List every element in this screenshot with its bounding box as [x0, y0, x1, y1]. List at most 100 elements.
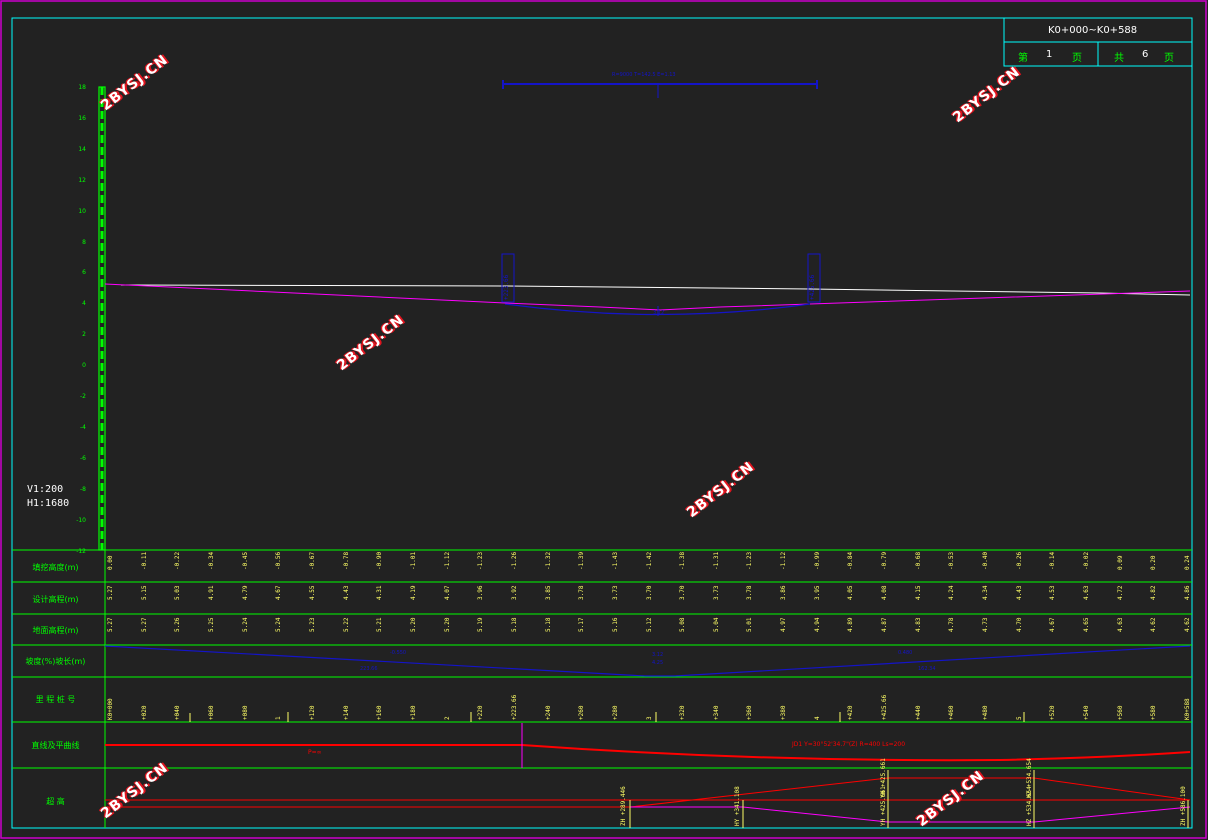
title-range: K0+000~K0+588 — [1048, 25, 1138, 36]
station-value: 3 — [645, 716, 653, 720]
station-value: +020 — [140, 705, 148, 720]
row-label-stations: 里 程 桩 号 — [35, 695, 76, 704]
grade-left-length: 223.66 — [360, 666, 378, 672]
bvc-label: +223.66 — [503, 274, 510, 300]
design-elev-value: 4.53 — [1049, 585, 1057, 600]
cut-fill-value: -1.23 — [477, 551, 485, 570]
station-value: +460 — [948, 705, 956, 720]
station-value: 5 — [1015, 716, 1023, 720]
cut-fill-value: -1.31 — [712, 551, 720, 570]
design-elev-value: 4.82 — [1150, 585, 1158, 600]
design-elev-value: 3.86 — [780, 585, 788, 600]
cut-fill-value: 0.20 — [1150, 555, 1158, 570]
station-value: 2 — [443, 716, 451, 720]
ground-elev-value: 4.70 — [1015, 617, 1023, 632]
ground-elev-value: 5.20 — [409, 617, 417, 632]
design-elev-value: 3.78 — [746, 585, 754, 600]
elevation-axis-label: 16 — [78, 114, 86, 122]
row-label-grade: 坡度(%)坡长(m) — [25, 657, 86, 666]
cut-fill-value: -0.78 — [342, 551, 350, 570]
ground-elev-value: 5.16 — [611, 617, 619, 632]
row-label-superelevation: 超 高 — [46, 797, 65, 806]
ground-elev-value: 4.63 — [1116, 617, 1124, 632]
total-number: 6 — [1142, 49, 1149, 60]
elevation-axis-label: -8 — [80, 485, 86, 493]
cut-fill-value: -0.56 — [275, 551, 283, 570]
ground-elev-value: 4.89 — [847, 617, 855, 632]
cut-fill-value: -1.42 — [645, 551, 653, 570]
design-elev-value: 4.24 — [948, 585, 956, 600]
cut-fill-value: -0.99 — [813, 551, 821, 570]
design-elev-value: 5.15 — [140, 585, 148, 600]
design-elev-value: 3.73 — [611, 585, 619, 600]
cut-fill-value: -1.32 — [544, 551, 552, 570]
station-value: +280 — [611, 705, 619, 720]
design-elev-value: 4.67 — [275, 585, 283, 600]
sheet-number: 1 — [1046, 49, 1053, 60]
cut-fill-value: -1.38 — [679, 551, 687, 570]
design-elev-value: 4.55 — [308, 585, 316, 600]
elevation-axis-label: -4 — [80, 423, 86, 431]
grade-left-value: -0.550 — [390, 650, 407, 656]
grade-right-value: 0.480 — [898, 650, 913, 656]
design-elev-value: 5.27 — [107, 585, 114, 600]
cut-fill-value: -1.43 — [611, 551, 619, 570]
inner-frame — [11, 17, 1193, 829]
cut-fill-value: -0.67 — [308, 551, 316, 570]
cut-fill-value: -1.01 — [409, 551, 417, 570]
ground-elev-value: 5.20 — [443, 617, 451, 632]
superelev-top-r: HZ +534.654 — [1026, 758, 1033, 798]
elevation-axis-label: 2 — [82, 331, 86, 339]
design-elev-value: 3.70 — [645, 585, 653, 600]
station-value: +420 — [847, 705, 855, 720]
station-value: 1 — [275, 716, 283, 720]
design-elev-value: 4.07 — [443, 585, 451, 600]
cut-fill-value: -0.11 — [140, 551, 148, 570]
alignment-straight-label: P=∞ — [308, 749, 322, 756]
pvi-elev-label: 3.12 — [653, 310, 665, 316]
cut-fill-value: -0.22 — [174, 551, 182, 570]
design-elev-value: 3.95 — [813, 585, 821, 600]
cut-fill-value: -0.14 — [1049, 551, 1057, 570]
station-value: +040 — [174, 705, 182, 720]
cut-fill-value: -1.12 — [443, 551, 451, 570]
cut-fill-value: -1.39 — [578, 551, 586, 570]
cut-fill-value: -0.79 — [881, 551, 889, 570]
station-value: +560 — [1116, 705, 1124, 720]
cut-fill-value: -1.26 — [510, 551, 518, 570]
ground-elev-value: 5.27 — [107, 617, 114, 632]
elevation-axis-label: 14 — [78, 145, 86, 153]
ground-elev-value: 5.21 — [376, 617, 384, 632]
station-value: +160 — [376, 705, 384, 720]
station-value: K0+000 — [107, 698, 114, 720]
ground-elev-value: 5.27 — [140, 617, 148, 632]
ground-elev-value: 4.62 — [1150, 617, 1158, 632]
station-value: +080 — [241, 705, 249, 720]
elevation-axis-label: -6 — [80, 454, 86, 462]
design-elev-value: 4.63 — [1083, 585, 1091, 600]
ground-elev-value: 5.01 — [746, 617, 754, 632]
station-value: +180 — [409, 705, 417, 720]
design-elev-value: 4.86 — [1184, 585, 1191, 600]
elevation-axis-label: -10 — [76, 516, 86, 524]
design-elev-value: 4.43 — [1015, 585, 1023, 600]
ground-elev-value: 5.04 — [712, 617, 720, 632]
ground-elev-value: 5.24 — [275, 617, 283, 632]
superelev-end: ZH +586.100 — [1180, 786, 1187, 826]
elevation-axis-label: 18 — [78, 84, 86, 91]
row-label-cut-fill: 填挖高度(m) — [32, 563, 79, 572]
design-elev-value: 3.70 — [679, 585, 687, 600]
ground-elev-value: 4.97 — [780, 617, 788, 632]
row-label-alignment: 直线及平曲线 — [31, 741, 80, 750]
design-elev-value: 5.03 — [174, 585, 182, 600]
row-label-ground-elev: 地面高程(m) — [32, 626, 79, 635]
ground-elev-value: 5.26 — [174, 617, 182, 632]
station-value: +440 — [914, 705, 922, 720]
elevation-axis-label: -12 — [76, 547, 86, 555]
drawing-canvas — [0, 0, 1207, 839]
design-elev-value: 4.34 — [982, 585, 990, 600]
total-prefix: 共 — [1114, 53, 1124, 64]
ground-elev-value: 5.17 — [578, 617, 586, 632]
ground-elev-value: 4.87 — [881, 617, 889, 632]
cut-fill-value: -0.26 — [1015, 551, 1023, 570]
